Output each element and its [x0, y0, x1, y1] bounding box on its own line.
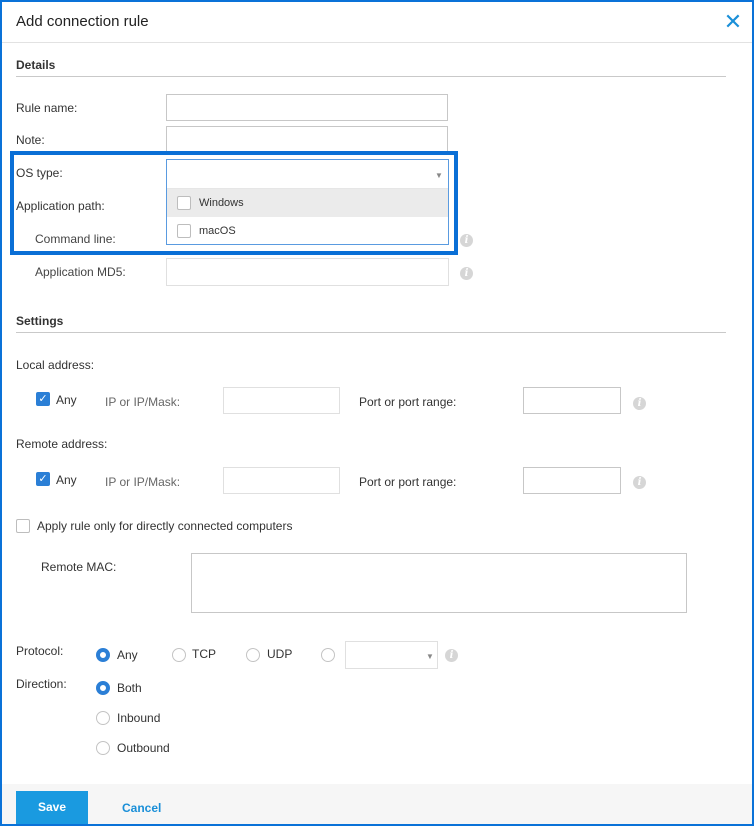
local-port-info-icon[interactable]: i	[633, 397, 646, 410]
protocol-tcp-radio[interactable]	[172, 648, 186, 662]
protocol-tcp-label: TCP	[192, 647, 216, 661]
remote-port-label: Port or port range:	[359, 475, 457, 489]
dialog-footer	[2, 784, 752, 824]
os-option-macos[interactable]: macOS	[167, 217, 448, 245]
apply-direct-checkbox[interactable]	[16, 519, 30, 533]
direction-outbound-label: Outbound	[117, 741, 170, 755]
direction-inbound-label: Inbound	[117, 711, 161, 725]
settings-section-title: Settings	[16, 314, 64, 328]
os-type-dropdown[interactable]: ▼ Windows macOS	[166, 159, 449, 245]
os-type-select[interactable]: ▼	[167, 160, 448, 189]
application-md5-label: Application MD5:	[35, 265, 126, 279]
settings-divider	[16, 332, 726, 333]
rule-name-label: Rule name:	[16, 101, 78, 115]
save-button[interactable]: Save	[16, 791, 88, 824]
os-option-macos-checkbox[interactable]	[177, 224, 191, 238]
remote-ip-input[interactable]	[223, 467, 340, 494]
direction-outbound-radio[interactable]	[96, 741, 110, 755]
remote-port-info-icon[interactable]: i	[633, 476, 646, 489]
protocol-custom-select[interactable]: ▼	[345, 641, 438, 669]
os-type-label: OS type:	[16, 166, 63, 180]
dialog-title: Add connection rule	[16, 13, 149, 30]
cancel-button[interactable]: Cancel	[122, 801, 161, 815]
os-option-macos-label: macOS	[199, 225, 236, 237]
os-option-windows[interactable]: Windows	[167, 189, 448, 217]
note-input[interactable]	[166, 126, 448, 153]
os-option-windows-checkbox[interactable]	[177, 196, 191, 210]
os-option-windows-label: Windows	[199, 197, 244, 209]
details-divider	[16, 76, 726, 77]
rule-name-input[interactable]	[166, 94, 448, 121]
command-line-label: Command line:	[35, 232, 116, 246]
protocol-info-icon[interactable]: i	[445, 649, 458, 662]
details-section-title: Details	[16, 58, 56, 72]
header-divider	[2, 42, 752, 43]
local-ip-input[interactable]	[223, 387, 340, 414]
direction-both-label: Both	[117, 681, 142, 695]
direction-inbound-radio[interactable]	[96, 711, 110, 725]
remote-port-input[interactable]	[523, 467, 621, 494]
protocol-udp-label: UDP	[267, 647, 293, 661]
apply-direct-label: Apply rule only for directly connected c…	[37, 519, 293, 533]
remote-mac-label: Remote MAC:	[41, 560, 117, 574]
remote-any-label: Any	[56, 473, 77, 487]
protocol-any-radio[interactable]	[96, 648, 110, 662]
application-md5-input[interactable]	[166, 258, 449, 286]
command-line-info-icon[interactable]: i	[460, 234, 473, 247]
remote-mac-textarea[interactable]	[191, 553, 687, 613]
local-any-checkbox[interactable]: ✓	[36, 392, 50, 406]
direction-label: Direction:	[16, 677, 67, 691]
local-port-label: Port or port range:	[359, 395, 457, 409]
add-connection-rule-dialog: Add connection rule ✕ Details Rule name:…	[0, 0, 754, 826]
local-port-input[interactable]	[523, 387, 621, 414]
note-label: Note:	[16, 133, 45, 147]
local-ip-label: IP or IP/Mask:	[105, 395, 181, 409]
remote-address-label: Remote address:	[16, 437, 108, 451]
protocol-custom-radio[interactable]	[321, 648, 335, 662]
local-address-label: Local address:	[16, 358, 95, 372]
protocol-label: Protocol:	[16, 644, 64, 658]
protocol-any-label: Any	[117, 648, 138, 662]
application-md5-info-icon[interactable]: i	[460, 267, 473, 280]
chevron-down-icon: ▼	[426, 652, 434, 661]
remote-any-checkbox[interactable]: ✓	[36, 472, 50, 486]
direction-both-radio[interactable]	[96, 681, 110, 695]
remote-ip-label: IP or IP/Mask:	[105, 475, 181, 489]
chevron-down-icon: ▼	[435, 171, 443, 180]
local-any-label: Any	[56, 393, 77, 407]
close-icon[interactable]: ✕	[722, 11, 744, 33]
application-path-label: Application path:	[16, 199, 105, 213]
protocol-udp-radio[interactable]	[246, 648, 260, 662]
